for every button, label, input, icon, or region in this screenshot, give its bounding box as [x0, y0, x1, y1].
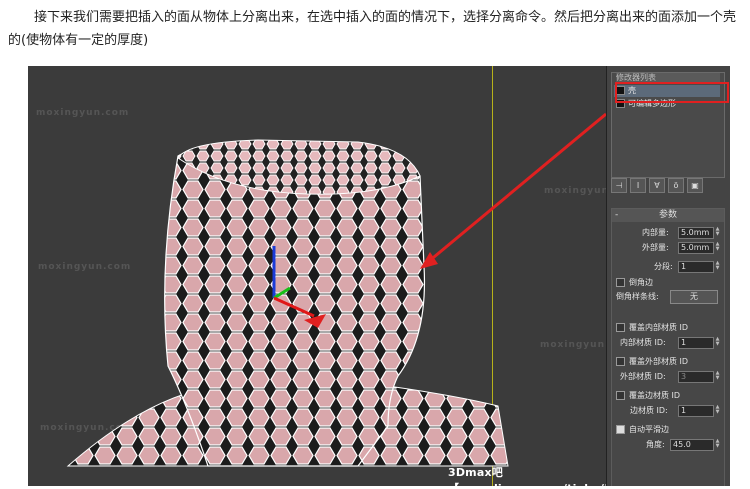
perspective-viewport[interactable]: moxingyun.com moxingyun.com moxingyun.co…	[28, 66, 647, 486]
outer-mat-spinner[interactable]: 3	[678, 371, 714, 383]
checkbox-checked-icon[interactable]	[616, 425, 625, 434]
spinner-arrows-icon[interactable]: ▲ ▼	[714, 261, 721, 271]
spinner-arrows-icon[interactable]: ▲ ▼	[714, 405, 721, 415]
angle-spinner[interactable]: 45.0	[670, 439, 714, 451]
checkbox-icon[interactable]	[616, 391, 625, 400]
override-inner-checkbox[interactable]: 覆盖内部材质 ID	[616, 322, 722, 334]
mesh-model[interactable]	[28, 66, 606, 486]
spinner-arrows-icon[interactable]: ▲ ▼	[714, 371, 721, 381]
remove-modifier-icon[interactable]: ö	[668, 178, 684, 193]
bevel-spline-button[interactable]: 无	[670, 290, 718, 304]
modify-panel: 修改器列表 壳 可编辑多边形 ⊣ I ∀ ö ▣ - 参数 内部量: 5.0mm…	[606, 66, 730, 486]
spinner-arrows-icon[interactable]: ▲ ▼	[714, 337, 721, 347]
segments-spinner[interactable]: 1	[678, 261, 714, 273]
inner-mat-spinner[interactable]: 1	[678, 337, 714, 349]
stack-toolbar: ⊣ I ∀ ö ▣	[611, 178, 723, 194]
article-paragraph: 接下来我们需要把插入的面从物体上分离出来，在选中插入的面的情况下，选择分离命令。…	[8, 6, 746, 52]
spinner-arrows-icon[interactable]: ▲ ▼	[714, 242, 721, 252]
spinner-arrows-icon[interactable]: ▲ ▼	[714, 227, 721, 237]
inner-amount-spinner[interactable]: 5.0mm	[678, 227, 714, 239]
override-outer-checkbox[interactable]: 覆盖外部材质 ID	[616, 356, 722, 368]
checkbox-icon[interactable]	[616, 278, 625, 287]
auto-smooth-checkbox[interactable]: 自动平滑边	[616, 424, 722, 436]
article-text: 接下来我们需要把插入的面从物体上分离出来，在选中插入的面的情况下，选择分离命令。…	[8, 10, 737, 48]
checkbox-icon[interactable]	[616, 323, 625, 332]
spinner-arrows-icon[interactable]: ▲ ▼	[714, 439, 721, 449]
override-edge-checkbox[interactable]: 覆盖边材质 ID	[616, 390, 722, 402]
parameters-rollout: - 参数 内部量: 5.0mm ▲ ▼ 外部量: 5.0mm ▲ ▼ 分段: 1 ▲…	[611, 208, 725, 486]
collapse-icon[interactable]: -	[615, 209, 618, 222]
pin-stack-icon[interactable]: ⊣	[611, 178, 627, 193]
edge-mat-spinner[interactable]: 1	[678, 405, 714, 417]
outer-amount-spinner[interactable]: 5.0mm	[678, 242, 714, 254]
configure-sets-icon[interactable]: ▣	[687, 178, 703, 193]
rollout-title[interactable]: - 参数	[612, 209, 724, 222]
modifier-stack: 修改器列表 壳 可编辑多边形	[611, 72, 729, 178]
bevel-edges-checkbox[interactable]: 倒角边	[616, 277, 722, 289]
highlight-box	[615, 82, 729, 103]
screenshot-3dsmax: moxingyun.com moxingyun.com moxingyun.co…	[28, 66, 730, 486]
show-end-result-icon[interactable]: I	[630, 178, 646, 193]
checkbox-icon[interactable]	[616, 357, 625, 366]
make-unique-icon[interactable]: ∀	[649, 178, 665, 193]
